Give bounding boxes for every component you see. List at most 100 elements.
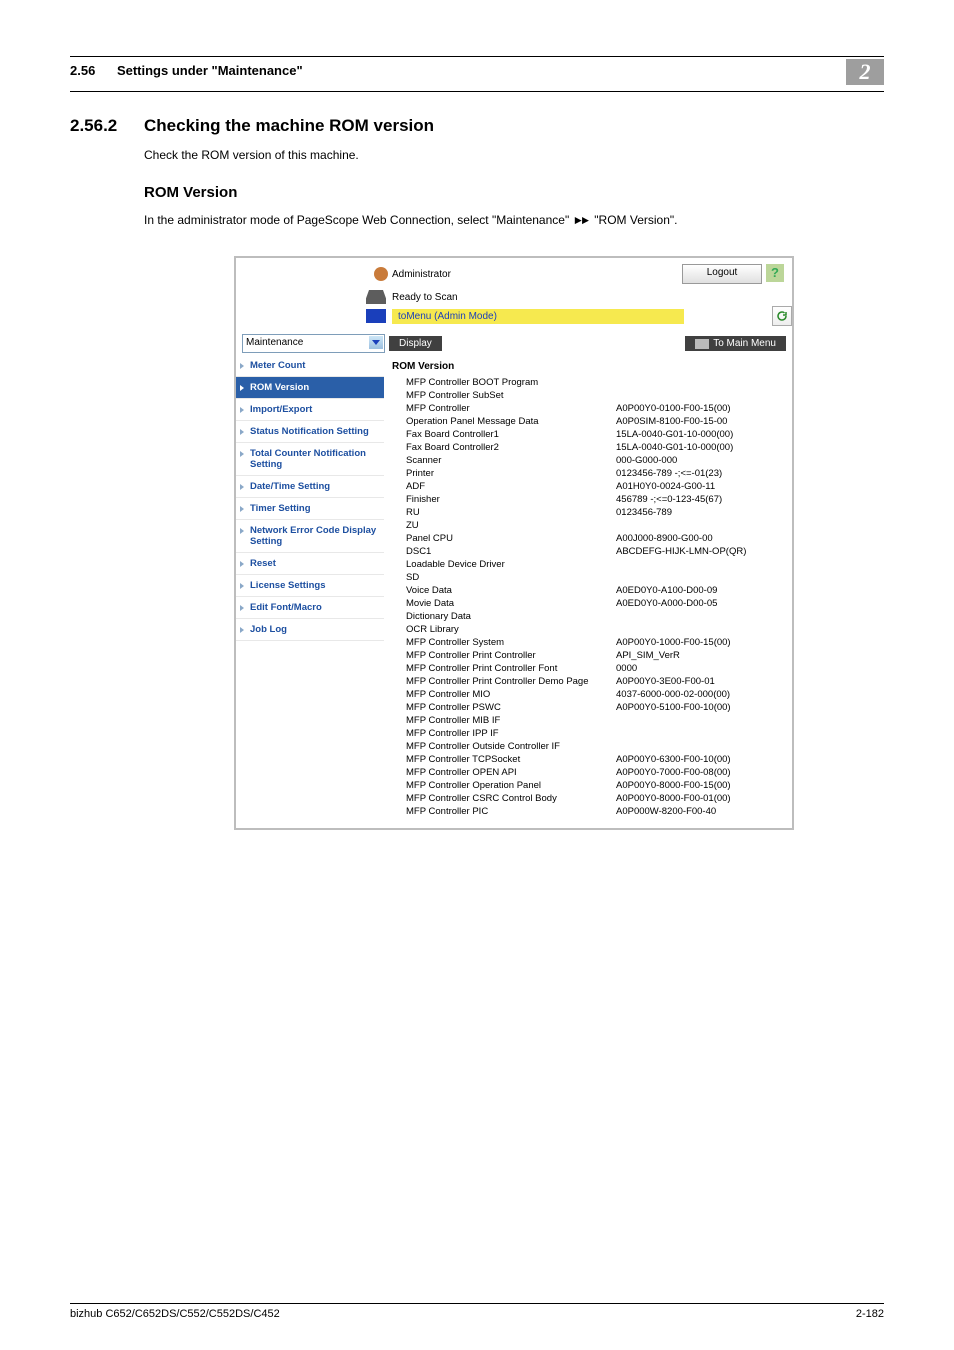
rom-key: MFP Controller MIB IF: [406, 714, 616, 727]
rom-value: A0P00Y0-8000-F00-15(00): [616, 779, 731, 792]
rom-row: MFP Controller Print Controller Demo Pag…: [406, 675, 782, 688]
rom-row: MFP Controller SubSet: [406, 389, 782, 402]
rom-value: A0P00Y0-1000-F00-15(00): [616, 636, 731, 649]
rom-key: Panel CPU: [406, 532, 616, 545]
rom-value: A0P00Y0-6300-F00-10(00): [616, 753, 731, 766]
rom-key: MFP Controller CSRC Control Body: [406, 792, 616, 805]
desc-post: "ROM Version".: [591, 213, 678, 227]
rom-value: A0P00Y0-3E00-F00-01: [616, 675, 715, 688]
section-intro: Check the ROM version of this machine.: [144, 146, 884, 164]
rom-row: Movie DataA0ED0Y0-A000-D00-05: [406, 597, 782, 610]
rom-key: SD: [406, 571, 616, 584]
rom-row: MFP Controller PICA0P000W-8200-F00-40: [406, 805, 782, 818]
rom-key: Dictionary Data: [406, 610, 616, 623]
rom-row: MFP Controller Print Controller Font0000: [406, 662, 782, 675]
rom-row: MFP Controller CSRC Control BodyA0P00Y0-…: [406, 792, 782, 805]
rom-value: 456789 -;<=0-123-45(67): [616, 493, 722, 506]
rom-key: Fax Board Controller1: [406, 428, 616, 441]
sidebar-item[interactable]: Timer Setting: [236, 498, 384, 520]
rom-value: A00J000-8900-G00-00: [616, 532, 713, 545]
sidebar-item[interactable]: Status Notification Setting: [236, 421, 384, 443]
header-section-title: Settings under "Maintenance": [117, 63, 303, 78]
printer-icon: [366, 290, 386, 304]
rom-row: MFP ControllerA0P00Y0-0100-F00-15(00): [406, 402, 782, 415]
sidebar-item[interactable]: Job Log: [236, 619, 384, 641]
rom-key: MFP Controller SubSet: [406, 389, 616, 402]
sidebar-item[interactable]: ROM Version: [236, 377, 384, 399]
subsection-title: ROM Version: [144, 184, 884, 201]
rom-row: MFP Controller MIO4037-6000-000-02-000(0…: [406, 688, 782, 701]
rom-row: OCR Library: [406, 623, 782, 636]
rom-value: A01H0Y0-0024-G00-11: [616, 480, 715, 493]
chapter-badge: 2: [846, 59, 884, 85]
rom-row: Finisher456789 -;<=0-123-45(67): [406, 493, 782, 506]
help-button[interactable]: ?: [766, 264, 784, 282]
administrator-label: Administrator: [392, 269, 451, 280]
rom-row: DSC1ABCDEFG-HIJK-LMN-OP(QR): [406, 545, 782, 558]
rom-key: RU: [406, 506, 616, 519]
rom-row: ZU: [406, 519, 782, 532]
rom-value: A0P000W-8200-F00-40: [616, 805, 716, 818]
sidebar-item[interactable]: Network Error Code Display Setting: [236, 520, 384, 553]
status-ready: Ready to Scan: [392, 292, 458, 303]
to-menu-banner[interactable]: toMenu (Admin Mode): [392, 309, 684, 324]
rom-key: MFP Controller MIO: [406, 688, 616, 701]
rom-row: MFP Controller MIB IF: [406, 714, 782, 727]
refresh-button[interactable]: [772, 306, 792, 326]
section-number: 2.56.2: [70, 116, 144, 136]
to-main-menu-label: To Main Menu: [713, 338, 776, 349]
menu-icon: [366, 309, 386, 323]
content-pane: ROM Version MFP Controller BOOT ProgramM…: [384, 355, 792, 828]
rom-row: MFP Controller TCPSocketA0P00Y0-6300-F00…: [406, 753, 782, 766]
rom-key: MFP Controller Print Controller Font: [406, 662, 616, 675]
rom-key: Loadable Device Driver: [406, 558, 616, 571]
section-heading: 2.56.2 Checking the machine ROM version: [70, 116, 884, 136]
header-section-number: 2.56: [70, 63, 95, 78]
rom-row: MFP Controller SystemA0P00Y0-1000-F00-15…: [406, 636, 782, 649]
rom-row: Loadable Device Driver: [406, 558, 782, 571]
subsection-desc: In the administrator mode of PageScope W…: [144, 211, 884, 230]
rom-value: ABCDEFG-HIJK-LMN-OP(QR): [616, 545, 746, 558]
display-tab[interactable]: Display: [389, 336, 442, 351]
rom-row: MFP Controller OPEN APIA0P00Y0-7000-F00-…: [406, 766, 782, 779]
rom-key: Scanner: [406, 454, 616, 467]
rom-row: Dictionary Data: [406, 610, 782, 623]
logout-button[interactable]: Logout: [682, 264, 762, 284]
rom-value: 0000: [616, 662, 637, 675]
sidebar: Meter CountROM VersionImport/ExportStatu…: [236, 355, 384, 828]
rom-row: MFP Controller IPP IF: [406, 727, 782, 740]
rom-value: 0123456-789 -;<=-01(23): [616, 467, 722, 480]
rom-row: MFP Controller Outside Controller IF: [406, 740, 782, 753]
rom-key: MFP Controller OPEN API: [406, 766, 616, 779]
sidebar-item[interactable]: License Settings: [236, 575, 384, 597]
sidebar-item[interactable]: Reset: [236, 553, 384, 575]
screenshot-panel: Administrator Logout ? Ready to Scan toM…: [234, 256, 794, 830]
rom-key: MFP Controller TCPSocket: [406, 753, 616, 766]
footer-page: 2-182: [856, 1308, 884, 1320]
desc-pre: In the administrator mode of PageScope W…: [144, 213, 573, 227]
rom-value: 0123456-789: [616, 506, 672, 519]
sidebar-item[interactable]: Edit Font/Macro: [236, 597, 384, 619]
running-header: 2.56 Settings under "Maintenance": [70, 63, 303, 78]
rom-row: Printer0123456-789 -;<=-01(23): [406, 467, 782, 480]
footer-model: bizhub C652/C652DS/C552/C552DS/C452: [70, 1308, 280, 1320]
rom-key: Printer: [406, 467, 616, 480]
rom-value: A0P00Y0-8000-F00-01(00): [616, 792, 731, 805]
rom-row: RU0123456-789: [406, 506, 782, 519]
sidebar-item[interactable]: Meter Count: [236, 355, 384, 377]
rom-row: Operation Panel Message DataA0P0SIM-8100…: [406, 415, 782, 428]
rom-row: MFP Controller BOOT Program: [406, 376, 782, 389]
rom-key: MFP Controller IPP IF: [406, 727, 616, 740]
rom-key: ZU: [406, 519, 616, 532]
sidebar-item[interactable]: Date/Time Setting: [236, 476, 384, 498]
rom-key: MFP Controller: [406, 402, 616, 415]
sidebar-item[interactable]: Import/Export: [236, 399, 384, 421]
to-main-menu-button[interactable]: To Main Menu: [685, 336, 786, 351]
rom-key: MFP Controller Print Controller Demo Pag…: [406, 675, 616, 688]
refresh-icon: [776, 310, 788, 322]
main-menu-icon: [695, 339, 709, 349]
category-dropdown[interactable]: Maintenance: [242, 334, 385, 353]
rom-key: ADF: [406, 480, 616, 493]
sidebar-item[interactable]: Total Counter Notification Setting: [236, 443, 384, 476]
content-title: ROM Version: [392, 361, 782, 372]
